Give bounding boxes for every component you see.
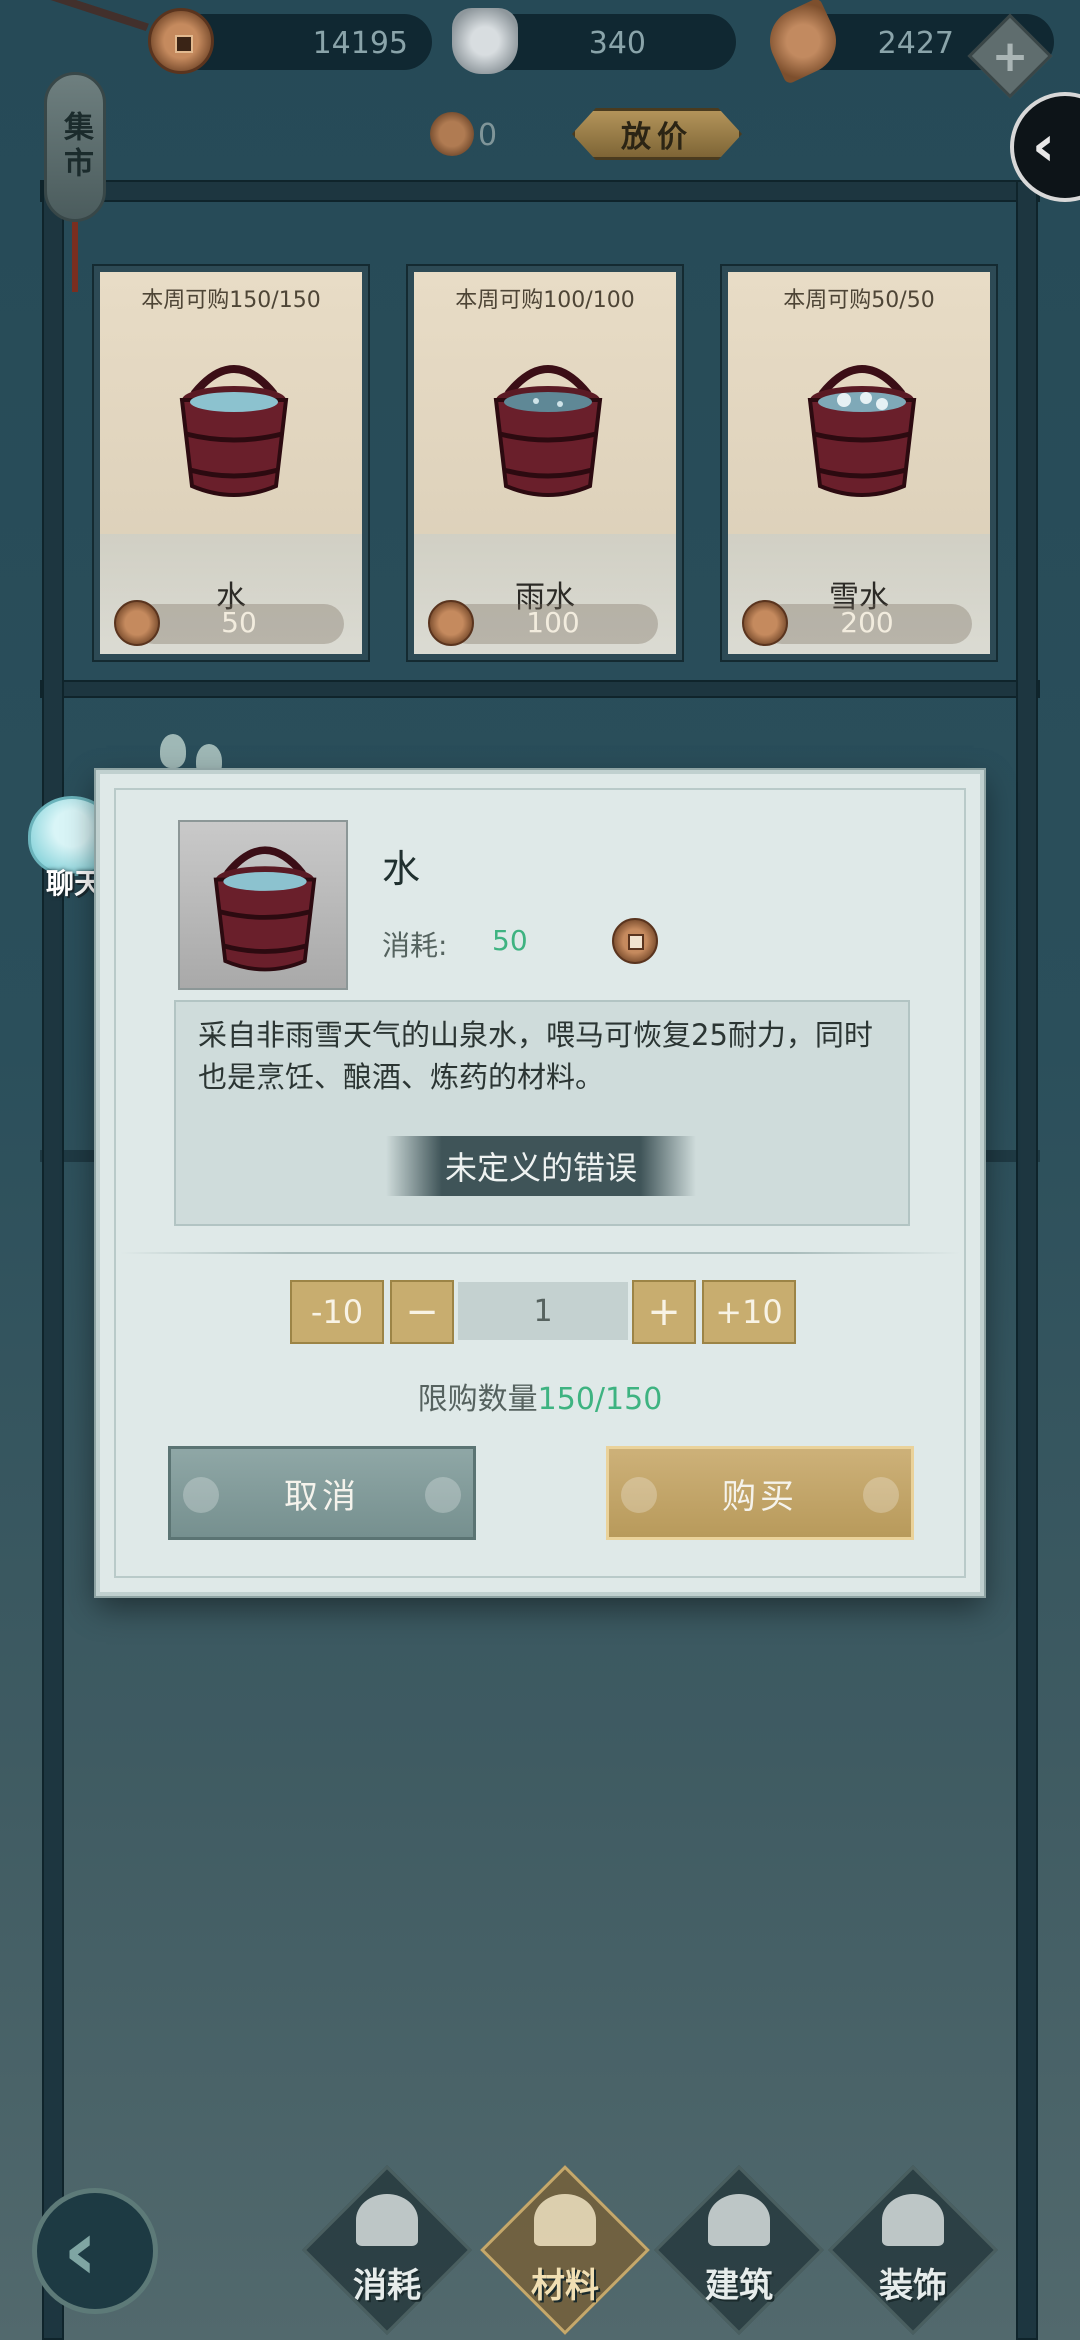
- cost-value: 50: [492, 924, 528, 957]
- snow-water-bucket-icon: [800, 354, 924, 504]
- tab-frame: [480, 2165, 650, 2335]
- purchase-limit: 限购数量150/150: [100, 1374, 980, 1418]
- silver-currency: 340: [452, 8, 736, 74]
- chevron-left-icon: ‹: [1032, 114, 1056, 179]
- buy-label: 购买: [722, 1476, 798, 1517]
- bird-icon: [160, 734, 186, 768]
- tab-frame: [828, 2165, 998, 2335]
- price-bar: 100: [428, 600, 658, 646]
- bowl-icon: [356, 2194, 418, 2246]
- item-card-snow-water[interactable]: 本周可购50/50 雪水 200: [722, 266, 996, 660]
- divider: [120, 1252, 960, 1254]
- item-card-water[interactable]: 本周可购150/150 水 50: [94, 266, 368, 660]
- add-currency-button[interactable]: +: [967, 13, 1053, 99]
- buy-button[interactable]: 购买: [606, 1446, 914, 1540]
- cost-label: 消耗:: [382, 929, 448, 962]
- weekly-stock: 本周可购150/150: [141, 288, 321, 313]
- item-description: 采自非雨雪天气的山泉水，喂马可恢复25耐力，同时也是烹饪、酿酒、炼药的材料。: [198, 1018, 873, 1094]
- bid-count: 0: [478, 118, 498, 153]
- minus-button[interactable]: −: [390, 1280, 454, 1344]
- weekly-stock: 本周可购100/100: [455, 288, 635, 313]
- tab-buildings[interactable]: 建筑: [654, 2165, 824, 2335]
- item-card-rain-water[interactable]: 本周可购100/100 雨水 100: [408, 266, 682, 660]
- water-bucket-icon: [206, 836, 324, 978]
- flower-ornament-icon: [425, 1477, 461, 1513]
- plus-button[interactable]: +: [632, 1280, 696, 1344]
- rain-water-bucket-icon: [486, 354, 610, 504]
- tab-label: 消耗: [353, 2266, 421, 2306]
- flower-ornament-icon: [183, 1477, 219, 1513]
- item-price: 200: [840, 606, 894, 639]
- purchase-dialog: 水 消耗: 50 采自非雨雪天气的山泉水，喂马可恢复25耐力，同时也是烹饪、酿酒…: [96, 770, 984, 1596]
- shelf-frame-left: [42, 180, 64, 2340]
- copper-coin-icon: [148, 8, 214, 74]
- error-message: 未定义的错误: [386, 1136, 696, 1196]
- chevron-left-icon: ‹: [63, 2201, 98, 2299]
- building-icon: [708, 2194, 770, 2246]
- silver-ingot-icon: [452, 8, 518, 74]
- quantity-input[interactable]: 1: [458, 1282, 628, 1340]
- copper-currency: 14195: [148, 8, 432, 74]
- tab-consumables[interactable]: 消耗: [302, 2165, 472, 2335]
- shelf-frame-top: [40, 180, 1040, 202]
- description-box: 采自非雨雪天气的山泉水，喂马可恢复25耐力，同时也是烹饪、酿酒、炼药的材料。 未…: [174, 1000, 910, 1226]
- item-title: 水: [382, 847, 421, 891]
- cancel-button[interactable]: 取消: [168, 1446, 476, 1540]
- price-bar: 200: [742, 600, 972, 646]
- leaf-currency: 2427 +: [759, 0, 1054, 99]
- tab-frame: [654, 2165, 824, 2335]
- gate-icon: [882, 2194, 944, 2246]
- bid-token-icon: [430, 112, 474, 156]
- copper-coin-icon: [612, 918, 658, 964]
- tassel-decoration: [72, 222, 78, 292]
- market-tag: 集市: [44, 72, 106, 222]
- tab-decorations[interactable]: 装饰: [828, 2165, 998, 2335]
- leaf-amount: 2427: [877, 26, 954, 61]
- materials-icon: [534, 2194, 596, 2246]
- item-thumbnail: [178, 820, 348, 990]
- minus-10-button[interactable]: -10: [290, 1280, 384, 1344]
- item-price: 100: [526, 606, 580, 639]
- cancel-label: 取消: [284, 1476, 360, 1517]
- price-bar: 50: [114, 600, 344, 646]
- flower-ornament-icon: [621, 1477, 657, 1513]
- water-bucket-icon: [172, 354, 296, 504]
- plus-icon: +: [991, 30, 1029, 82]
- quantity-stepper: -10 − 1 + +10: [100, 1280, 980, 1344]
- bid-button[interactable]: 放价: [572, 108, 742, 160]
- tab-frame: [302, 2165, 472, 2335]
- back-button[interactable]: ‹: [32, 2188, 158, 2314]
- leaf-token-icon: [759, 0, 847, 85]
- birds-decoration: [152, 726, 242, 778]
- tab-label: 材料: [531, 2266, 599, 2306]
- weekly-stock: 本周可购50/50: [783, 288, 935, 313]
- shelf-frame-middle: [40, 680, 1040, 698]
- shelf-frame-right: [1016, 180, 1038, 2340]
- copper-amount: 14195: [312, 26, 408, 61]
- item-price: 50: [221, 606, 257, 639]
- limit-label: 限购数量: [417, 1382, 538, 1417]
- plus-10-button[interactable]: +10: [702, 1280, 796, 1344]
- silver-amount: 340: [588, 26, 646, 61]
- limit-value: 150/150: [537, 1382, 663, 1417]
- tab-label: 建筑: [705, 2266, 773, 2306]
- tab-materials[interactable]: 材料: [480, 2165, 650, 2335]
- tab-label: 装饰: [879, 2266, 947, 2306]
- flower-ornament-icon: [863, 1477, 899, 1513]
- currency-bar: 14195 340 2427 +: [0, 0, 1080, 99]
